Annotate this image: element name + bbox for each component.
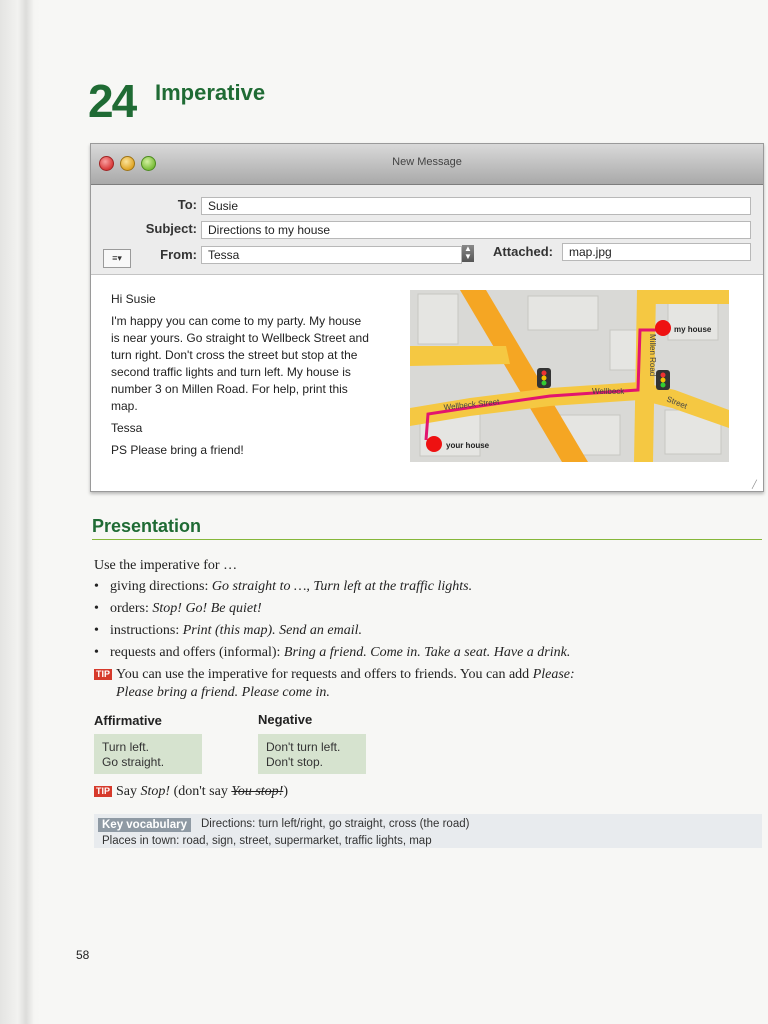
list-item: orders: Stop! Go! Be quiet! xyxy=(94,600,754,622)
attached-label: Attached: xyxy=(493,244,553,259)
intro-text: Use the imperative for … xyxy=(94,558,238,573)
to-label: To: xyxy=(177,197,197,212)
traffic-light-icon xyxy=(537,368,551,388)
from-selector-stepper[interactable]: ▲ ▼ xyxy=(462,245,474,262)
example-line: Don't stop. xyxy=(266,755,323,769)
example-line: Go straight. xyxy=(102,755,165,769)
list-item: giving directions: Go straight to …, Tur… xyxy=(94,578,754,600)
to-field[interactable]: Susie xyxy=(201,197,751,215)
textbook-page: 24 Imperative New Message To: Susie Subj… xyxy=(0,0,768,1024)
unit-title: Imperative xyxy=(155,80,266,105)
from-field[interactable]: Tessa xyxy=(201,246,462,264)
example-line: Don't turn left. xyxy=(266,740,341,754)
subject-field[interactable]: Directions to my house xyxy=(201,221,751,239)
page-number: 58 xyxy=(76,948,90,962)
road-label-millen: Millen Road xyxy=(648,334,657,376)
affirmative-heading: Affirmative xyxy=(94,713,162,728)
window-titlebar: New Message xyxy=(91,144,763,185)
traffic-light-icon xyxy=(656,370,670,390)
directions-map: Wellbeck Street Wellbeck Street Millen R… xyxy=(410,290,729,462)
usage-list: giving directions: Go straight to …, Tur… xyxy=(94,578,754,666)
subject-label: Subject: xyxy=(145,221,197,236)
section-divider xyxy=(92,539,762,540)
email-window: New Message To: Susie Subject: Direction… xyxy=(90,143,764,492)
affirmative-box: Turn left. Go straight. xyxy=(94,734,202,774)
key-vocabulary-badge: Key vocabulary xyxy=(98,818,192,832)
street-label-wellbeck-2: Wellbeck xyxy=(592,387,625,396)
your-house-label: your house xyxy=(446,441,490,450)
tip-badge: TIP xyxy=(94,669,113,680)
greeting: Hi Susie xyxy=(111,292,156,306)
tip-note: TIP You can use the imperative for reques… xyxy=(94,666,734,702)
section-title: Presentation xyxy=(92,516,202,536)
tip-badge: TIP xyxy=(94,786,113,797)
vocab-directions: Directions: turn left/right, go straight… xyxy=(201,818,470,830)
book-spine xyxy=(0,0,40,1024)
your-house-pin-icon xyxy=(426,436,442,452)
tip-note-2: TIP Say Stop! (don't say You stop!) xyxy=(94,784,289,799)
signature: Tessa xyxy=(111,421,143,435)
message-paragraph: I'm happy you can come to my party. My h… xyxy=(111,314,369,413)
vocab-places: Places in town: road, sign, street, supe… xyxy=(102,835,432,847)
attached-field[interactable]: map.jpg xyxy=(562,243,751,261)
tip-example: Please bring a friend. Please come in. xyxy=(116,685,330,700)
my-house-label: my house xyxy=(674,325,712,334)
negative-heading: Negative xyxy=(258,712,313,727)
negative-box: Don't turn left. Don't stop. xyxy=(258,734,366,774)
resize-handle-icon[interactable]: ╱ xyxy=(752,480,760,489)
key-vocabulary-box: Key vocabulary Directions: turn left/rig… xyxy=(94,814,762,848)
from-label: From: xyxy=(160,247,197,262)
my-house-pin-icon xyxy=(655,320,671,336)
example-line: Turn left. xyxy=(102,740,149,754)
postscript: PS Please bring a friend! xyxy=(111,443,244,457)
options-menu-button[interactable]: ≡▾ xyxy=(103,249,131,268)
list-item: instructions: Print (this map). Send an … xyxy=(94,622,754,644)
unit-number: 24 xyxy=(88,75,137,127)
window-title: New Message xyxy=(392,156,462,168)
message-body[interactable]: Hi Susie I'm happy you can come to my pa… xyxy=(111,291,373,464)
list-item: requests and offers (informal): Bring a … xyxy=(94,644,754,666)
